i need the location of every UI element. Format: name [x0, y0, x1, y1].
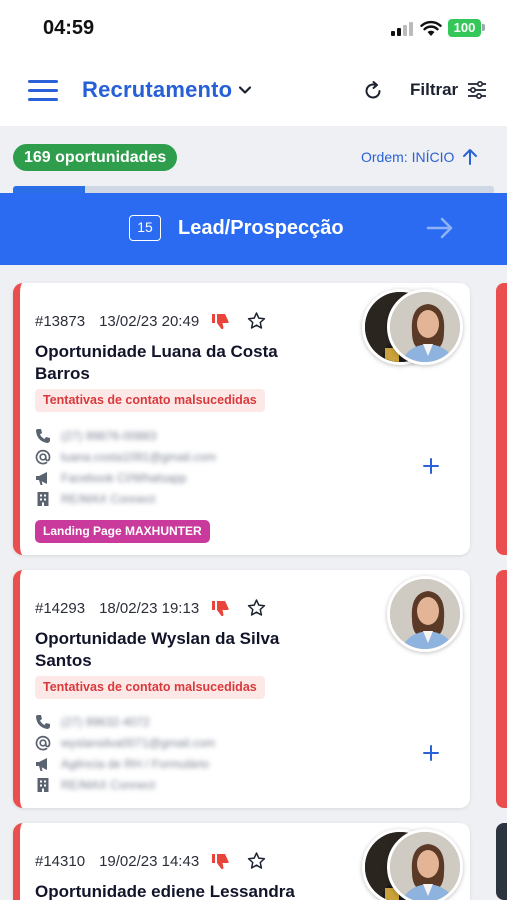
company-row: RE/MAX Connect: [35, 489, 155, 509]
arrow-up-icon: [463, 149, 478, 165]
stage-name: Lead/Prospecção: [178, 217, 344, 239]
refresh-icon[interactable]: [362, 80, 384, 102]
status-bar: 04:59 100: [0, 0, 507, 58]
email-value: luana.costa1091@gmail.com: [61, 450, 216, 464]
pipeline-selector[interactable]: Recrutamento: [82, 77, 252, 103]
opportunity-title: Oportunidade ediene Lessandra: [35, 882, 295, 900]
opportunity-id: #14310: [35, 852, 86, 870]
hamburger-menu-icon[interactable]: [28, 80, 58, 102]
next-lane-card-edge: [496, 570, 507, 808]
plus-icon[interactable]: [421, 743, 441, 763]
avatar: [387, 576, 463, 652]
opportunity-date: 19/02/23 14:43: [99, 852, 200, 870]
card-header: #13873 13/02/23 20:49: [35, 311, 267, 331]
thumbs-down-icon[interactable]: [211, 852, 231, 870]
opportunity-card[interactable]: #13873 13/02/23 20:49 Oportunidade Luana…: [13, 283, 470, 555]
filter-button[interactable]: Filtrar: [410, 80, 487, 100]
phone-icon: [36, 715, 50, 729]
opportunity-card[interactable]: #14293 18/02/23 19:13 Oportunidade Wysla…: [13, 570, 470, 808]
email-row: wyslansilva0071@gmail.com: [35, 733, 215, 753]
opportunity-count-badge: 169 oportunidades: [13, 144, 178, 171]
company-value: RE/MAX Connect: [61, 492, 156, 506]
filter-label: Filtrar: [410, 80, 459, 99]
cellular-signal-icon: [391, 22, 415, 36]
page-title: Recrutamento: [82, 77, 233, 102]
opportunity-id: #13873: [35, 312, 86, 330]
opportunity-date: 18/02/23 19:13: [99, 599, 200, 617]
email-value: wyslansilva0071@gmail.com: [61, 736, 216, 750]
opportunity-card[interactable]: #14310 19/02/23 14:43 Oportunidade edien…: [13, 823, 470, 900]
opportunity-title: Oportunidade Wyslan da Silva Santos: [35, 629, 280, 670]
sliders-icon: [468, 81, 487, 99]
building-icon: [37, 778, 49, 792]
next-lane-card-edge: [496, 823, 507, 900]
company-value: RE/MAX Connect: [61, 778, 156, 792]
pipeline-progress-track: [13, 186, 494, 193]
star-icon[interactable]: [246, 851, 267, 871]
card-header: #14293 18/02/23 19:13: [35, 598, 267, 618]
opportunity-title: Oportunidade Luana da Costa Barros: [35, 342, 278, 383]
email-row: luana.costa1091@gmail.com: [35, 447, 216, 467]
at-sign-icon: [35, 735, 51, 751]
company-row: RE/MAX Connect: [35, 775, 155, 795]
megaphone-icon: [36, 758, 47, 771]
building-icon: [37, 492, 49, 506]
source-tag: Landing Page MAXHUNTER: [35, 520, 210, 543]
thumbs-down-icon[interactable]: [211, 312, 231, 330]
opportunity-date: 13/02/23 20:49: [99, 312, 200, 330]
phone-row: (27) 99876-00883: [35, 426, 156, 446]
sort-order-button[interactable]: Ordem: INÍCIO: [361, 148, 478, 166]
channel-value: Facebook CI/Whatsapp: [61, 471, 187, 485]
next-lane-card-edge: [496, 283, 507, 555]
battery-tip: [482, 24, 485, 31]
stage-count-badge: 15: [129, 215, 161, 241]
status-time: 04:59: [43, 17, 95, 39]
status-tag: Tentativas de contato malsucedidas: [35, 389, 265, 412]
summary-bar: 169 oportunidades Ordem: INÍCIO: [0, 126, 507, 186]
status-tag: Tentativas de contato malsucedidas: [35, 676, 265, 699]
wifi-icon: [420, 20, 442, 36]
phone-value: (27) 99876-00883: [61, 429, 157, 443]
phone-icon: [36, 429, 50, 443]
channel-row: Facebook CI/Whatsapp: [35, 468, 186, 488]
phone-value: (27) 99632-4072: [61, 715, 150, 729]
star-icon[interactable]: [246, 598, 267, 618]
thumbs-down-icon[interactable]: [211, 599, 231, 617]
arrow-right-icon[interactable]: [425, 214, 455, 242]
battery-indicator: 100: [448, 19, 481, 37]
channel-value: Agência de RH / Formulário: [61, 757, 210, 771]
pipeline-progress-fill: [13, 186, 85, 193]
avatar: [387, 829, 463, 900]
stage-header: 15 Lead/Prospecção: [0, 193, 507, 265]
card-header: #14310 19/02/23 14:43: [35, 851, 267, 871]
avatar: [387, 289, 463, 365]
megaphone-icon: [36, 472, 47, 485]
sort-order-label: Ordem: INÍCIO: [361, 149, 455, 165]
chevron-down-icon: [239, 86, 252, 94]
app-header: Recrutamento Filtrar: [0, 58, 507, 126]
channel-row: Agência de RH / Formulário: [35, 754, 209, 774]
star-icon[interactable]: [246, 311, 267, 331]
opportunity-id: #14293: [35, 599, 86, 617]
plus-icon[interactable]: [421, 456, 441, 476]
at-sign-icon: [35, 449, 51, 465]
phone-row: (27) 99632-4072: [35, 712, 150, 732]
